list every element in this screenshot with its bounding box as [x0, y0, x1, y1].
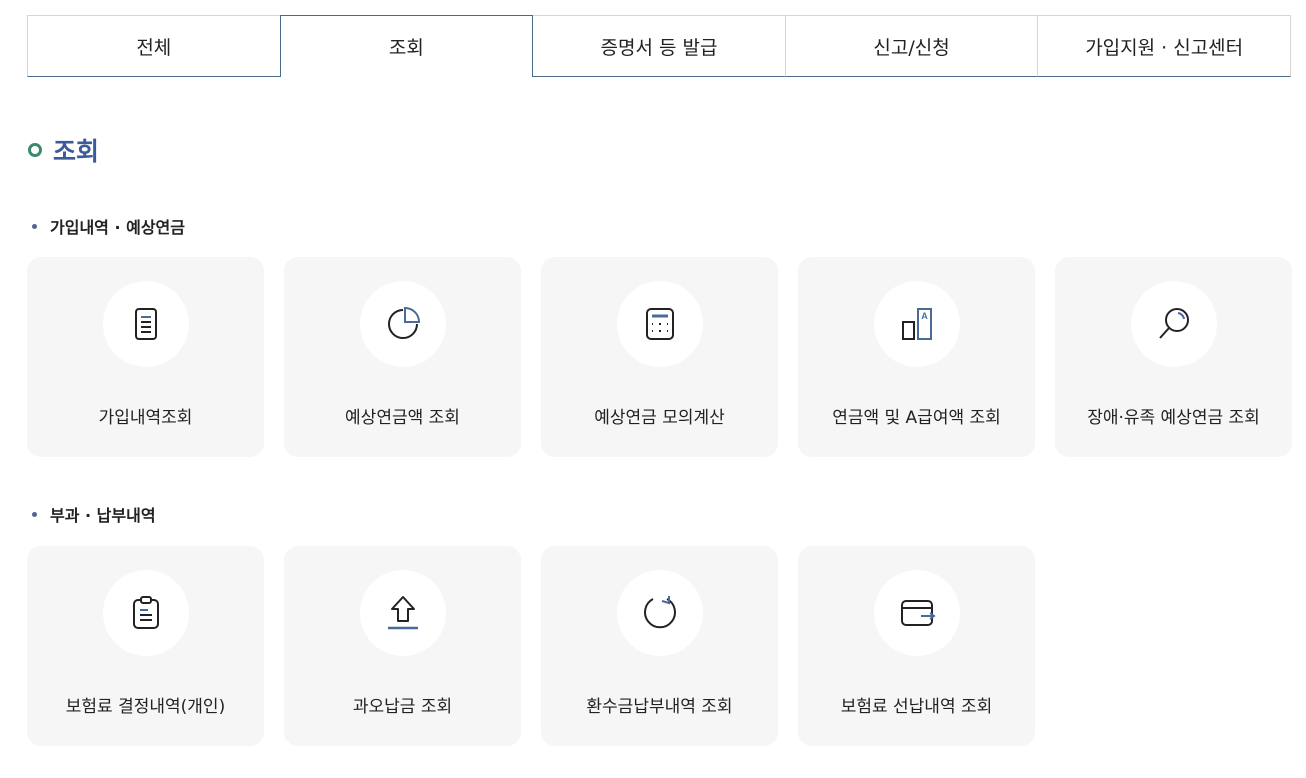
card-pension-a-benefit[interactable]: A 연금액 및 A급여액 조회	[798, 257, 1035, 457]
refresh-icon	[643, 596, 676, 629]
card-overpayment[interactable]: 과오납금 조회	[284, 546, 521, 746]
page-title: 조회	[53, 137, 100, 166]
tab-all[interactable]: 전체	[27, 15, 280, 77]
card-label: 보험료 선납내역 조회	[840, 697, 993, 717]
svg-text:A: A	[921, 311, 928, 321]
icon-circle: A	[873, 281, 960, 367]
tab-bar: 전체 조회 증명서 등 발급 신고/신청 가입지원 · 신고센터	[27, 15, 1291, 77]
card-label: 연금액 및 A급여액 조회	[832, 408, 1001, 428]
calculator-icon	[645, 308, 674, 340]
document-icon	[134, 308, 157, 340]
bullet-dot-icon	[32, 223, 37, 229]
card-label: 장애·유족 예상연금 조회	[1087, 408, 1260, 428]
pie-chart-icon	[387, 306, 420, 339]
card-premium-decision[interactable]: 보험료 결정내역(개인)	[27, 546, 264, 746]
tab-report-apply[interactable]: 신고/신청	[784, 15, 1038, 77]
card-grid-levy-payment: 보험료 결정내역(개인) 과오납금 조회 환수금납부내역 조회 보험료 선납내역…	[27, 546, 1035, 746]
icon-circle	[359, 281, 446, 367]
section-title-label: 부과 · 납부내역	[50, 506, 156, 525]
icon-circle	[102, 570, 189, 656]
magnifier-icon	[1158, 308, 1189, 339]
tab-join-support-center[interactable]: 가입지원 · 신고센터	[1037, 15, 1291, 77]
section-title-label: 가입내역 · 예상연금	[50, 218, 185, 237]
card-prepayment[interactable]: 보험료 선납내역 조회	[798, 546, 1035, 746]
icon-circle	[359, 570, 446, 656]
card-label: 가입내역조회	[98, 408, 193, 428]
card-refund-payment[interactable]: 환수금납부내역 조회	[541, 546, 778, 746]
page-title-row: 조회	[28, 132, 99, 168]
card-grid-subscription: 가입내역조회 예상연금액 조회 예상연금 모의계산 A 연금액 및 A급여액 조…	[27, 257, 1292, 457]
tab-inquiry[interactable]: 조회	[279, 15, 534, 77]
clipboard-icon	[132, 596, 159, 629]
card-label: 과오납금 조회	[352, 697, 453, 717]
card-disability-survivor-pension[interactable]: 장애·유족 예상연금 조회	[1055, 257, 1292, 457]
upload-arrow-icon	[387, 596, 418, 630]
icon-circle	[616, 281, 703, 367]
bullet-dot-icon	[32, 511, 37, 517]
section-title-levy-payment: 부과 · 납부내역	[32, 502, 156, 526]
icon-circle	[873, 570, 960, 656]
card-pension-simulation[interactable]: 예상연금 모의계산	[541, 257, 778, 457]
section-title-subscription: 가입내역 · 예상연금	[32, 214, 185, 238]
card-subscription-history[interactable]: 가입내역조회	[27, 257, 264, 457]
card-label: 환수금납부내역 조회	[586, 697, 733, 717]
compare-bars-icon: A	[901, 308, 932, 340]
tab-certificate-issue[interactable]: 증명서 등 발급	[533, 15, 785, 77]
icon-circle	[102, 281, 189, 367]
icon-circle	[1130, 281, 1217, 367]
card-label: 예상연금액 조회	[345, 408, 460, 428]
card-expected-pension[interactable]: 예상연금액 조회	[284, 257, 521, 457]
card-label: 예상연금 모의계산	[594, 408, 725, 428]
ring-bullet-icon	[28, 143, 42, 157]
icon-circle	[616, 570, 703, 656]
card-label: 보험료 결정내역(개인)	[65, 697, 226, 717]
wallet-icon	[900, 600, 936, 626]
